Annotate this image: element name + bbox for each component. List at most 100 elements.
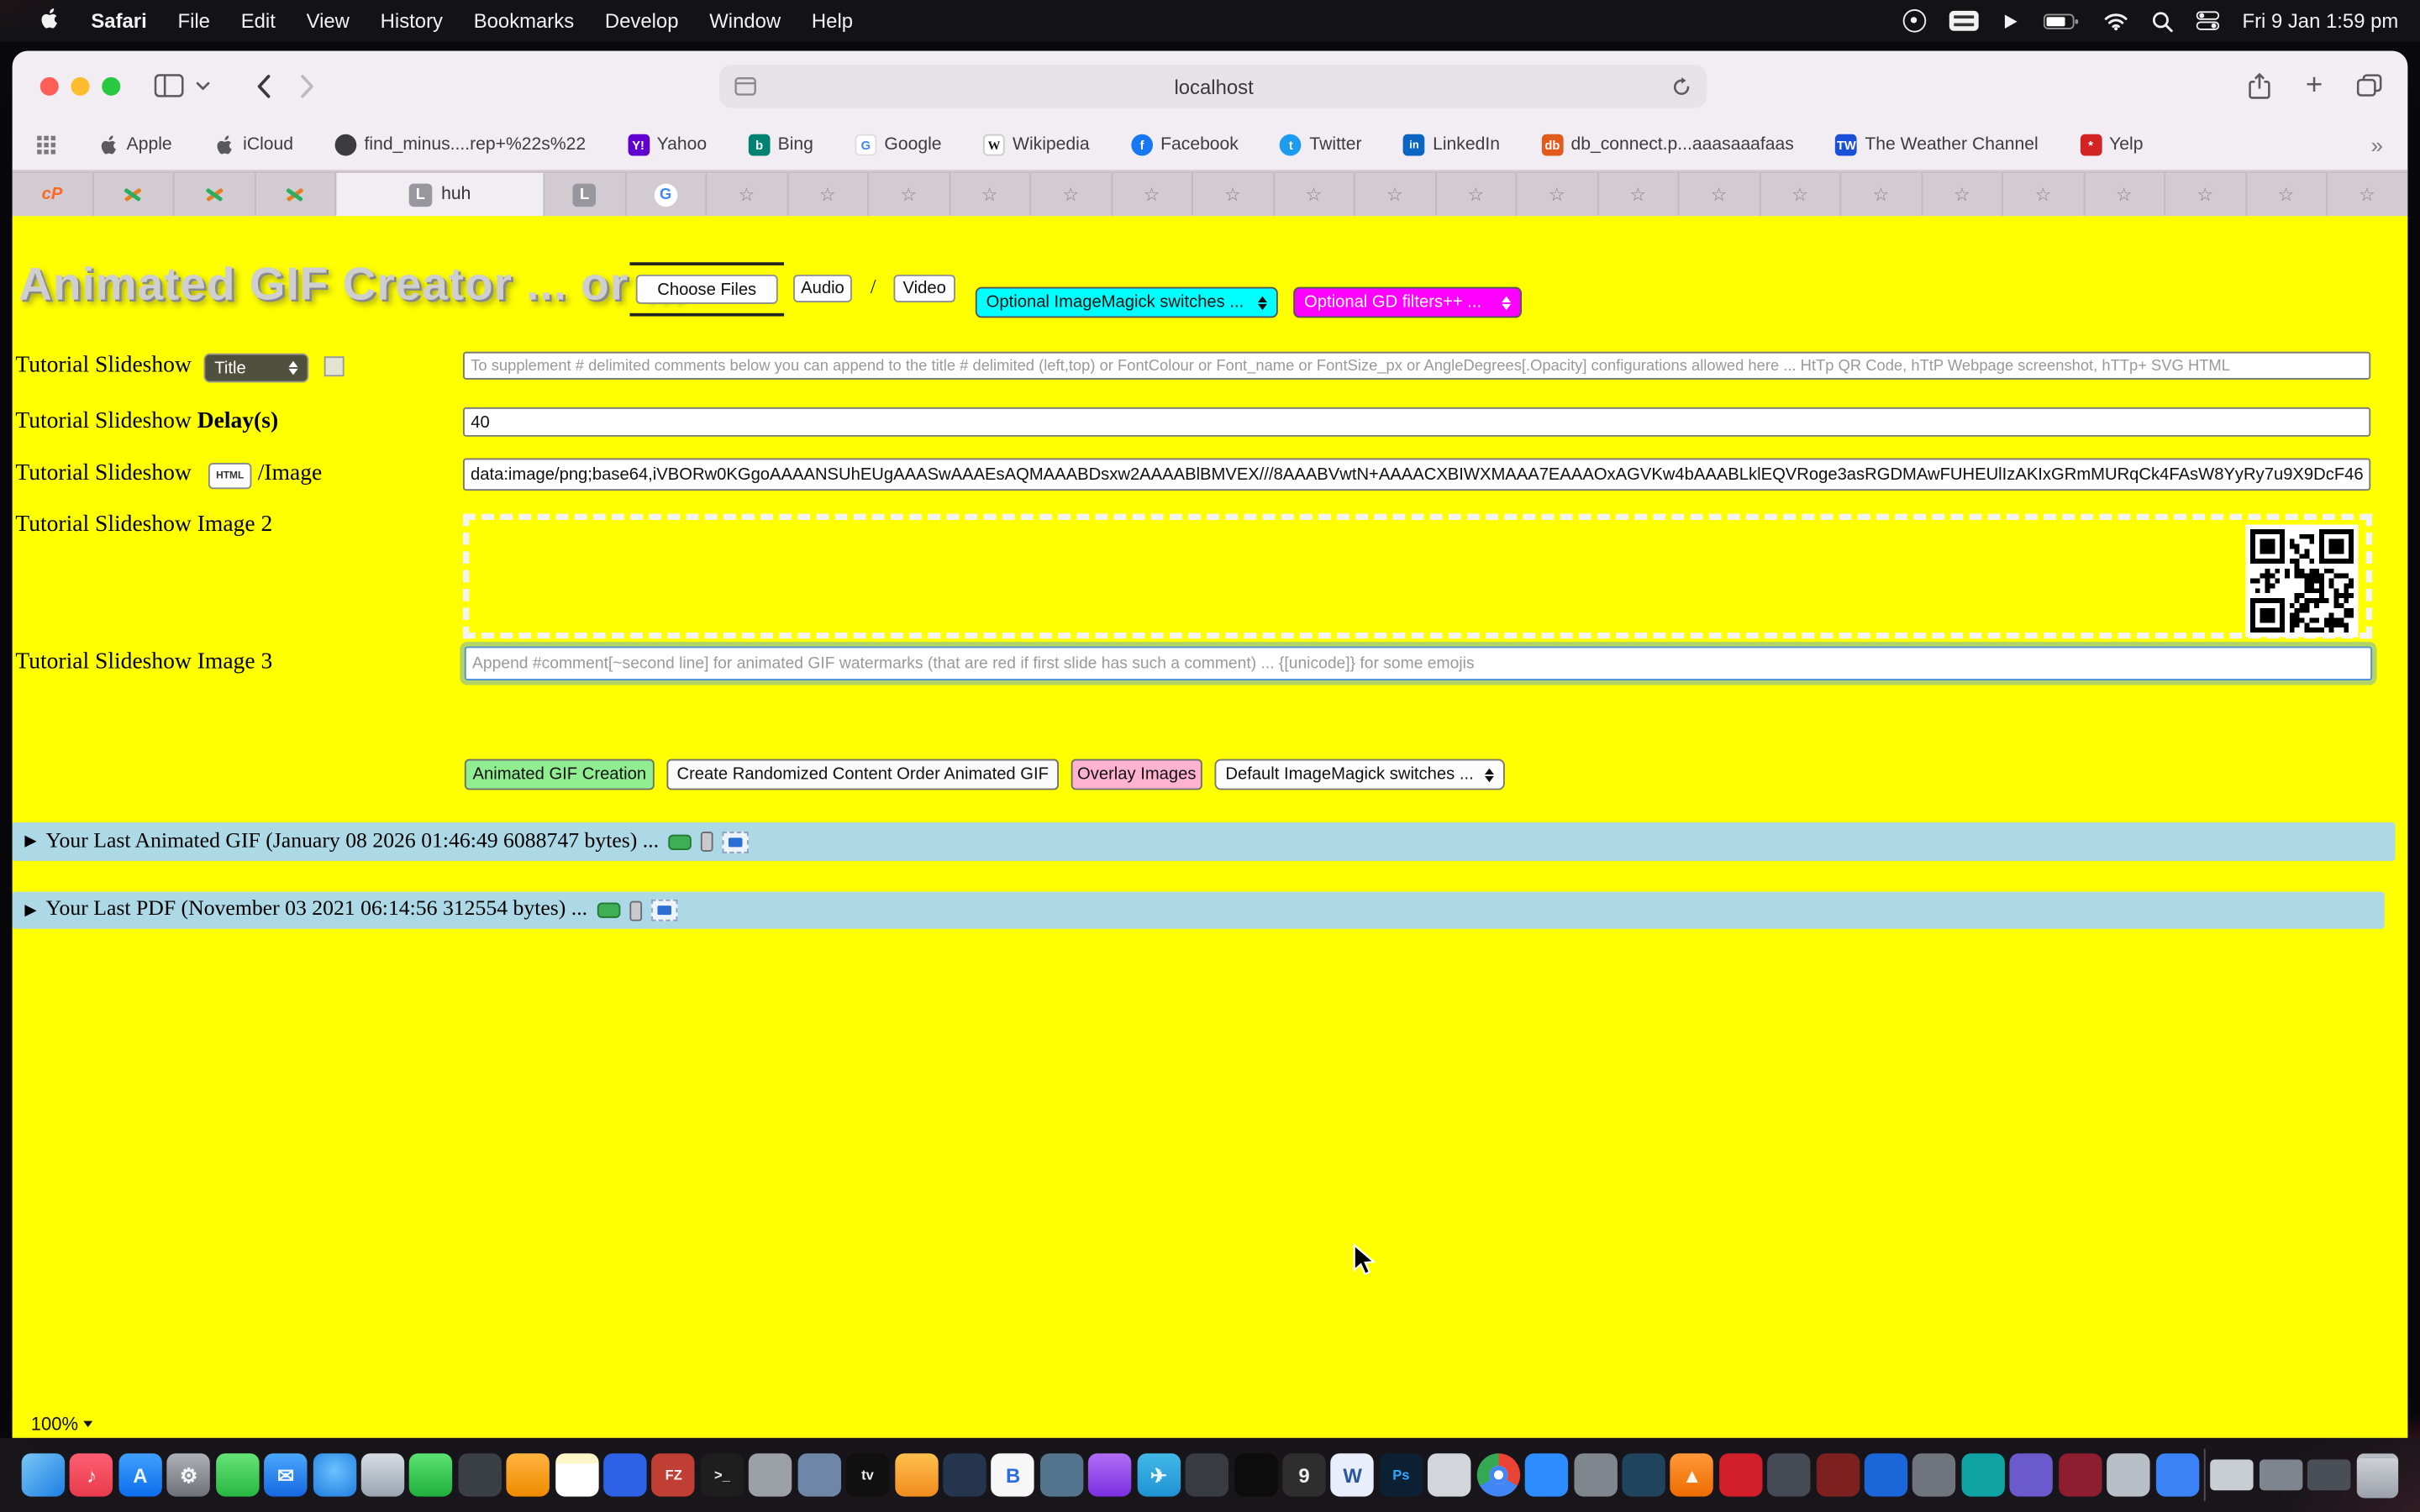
default-imagemagick-select[interactable]: Default ImageMagick switches ... bbox=[1215, 759, 1505, 790]
spotlight-icon[interactable] bbox=[2151, 10, 2173, 32]
tab-editor-2[interactable] bbox=[175, 173, 255, 216]
dock-icon-notes[interactable] bbox=[555, 1453, 598, 1496]
tab-google[interactable]: G bbox=[626, 173, 707, 216]
dock-icon-app-blue2[interactable] bbox=[1865, 1453, 1907, 1496]
tab-favorite-13[interactable]: ☆ bbox=[1679, 173, 1760, 216]
dock-icon-app-slate2[interactable] bbox=[1767, 1453, 1810, 1496]
swatch-box[interactable] bbox=[324, 356, 345, 376]
forward-button[interactable] bbox=[299, 73, 314, 97]
image2-dropzone[interactable] bbox=[463, 514, 2372, 639]
tab-active-huh[interactable]: L huh bbox=[336, 173, 544, 216]
sidebar-toggle-button[interactable] bbox=[155, 74, 184, 97]
favorite-yahoo[interactable]: Y! Yahoo bbox=[628, 134, 707, 156]
stamp-icon[interactable] bbox=[722, 831, 748, 853]
tab-favorite-20[interactable]: ☆ bbox=[2246, 173, 2327, 216]
favorite-facebook[interactable]: f Facebook bbox=[1131, 134, 1239, 156]
minimize-window-button[interactable] bbox=[71, 76, 89, 95]
audio-button[interactable]: Audio bbox=[793, 275, 852, 302]
close-window-button[interactable] bbox=[40, 76, 59, 95]
dock-icon-system-settings[interactable]: ⚙ bbox=[167, 1453, 210, 1496]
dock-icon-telegram[interactable]: ✈ bbox=[1137, 1453, 1180, 1496]
keyboard-icon[interactable] bbox=[1949, 11, 1979, 31]
tab-favorite-11[interactable]: ☆ bbox=[1518, 173, 1598, 216]
stamp-icon[interactable] bbox=[650, 900, 676, 921]
tab-favorite-5[interactable]: ☆ bbox=[1031, 173, 1112, 216]
tab-favorite-21[interactable]: ☆ bbox=[2328, 173, 2408, 216]
tab-favorite-9[interactable]: ☆ bbox=[1355, 173, 1436, 216]
tab-favorite-18[interactable]: ☆ bbox=[2085, 173, 2165, 216]
overlay-images-button[interactable]: Overlay Images bbox=[1071, 759, 1202, 790]
favorite-linkedin[interactable]: in LinkedIn bbox=[1403, 134, 1500, 156]
title-config-input[interactable] bbox=[463, 352, 2370, 380]
favorite-google[interactable]: G Google bbox=[855, 134, 942, 156]
tab-favorite-2[interactable]: ☆ bbox=[788, 173, 869, 216]
share-icon[interactable] bbox=[2247, 71, 2271, 99]
dock-icon-podcasts[interactable] bbox=[1088, 1453, 1131, 1496]
dock-icon-app-navy[interactable] bbox=[943, 1453, 986, 1496]
dock-icon-app-mid[interactable] bbox=[1574, 1453, 1617, 1496]
tab-favorite-16[interactable]: ☆ bbox=[1923, 173, 2003, 216]
minimized-window-1[interactable] bbox=[2211, 1460, 2254, 1491]
menubar-extra-icon[interactable] bbox=[1902, 9, 1926, 33]
tab-l[interactable]: L bbox=[544, 173, 625, 216]
dock-icon-facetime[interactable] bbox=[409, 1453, 452, 1496]
apple-menu[interactable] bbox=[22, 6, 76, 35]
dock-icon-messages[interactable] bbox=[216, 1453, 259, 1496]
dock-icon-bluetooth[interactable] bbox=[2155, 1453, 2198, 1496]
trash-icon[interactable] bbox=[2356, 1452, 2398, 1497]
dock-icon-app-teal[interactable] bbox=[1961, 1453, 2004, 1496]
tab-favorite-6[interactable]: ☆ bbox=[1112, 173, 1192, 216]
tab-favorite-4[interactable]: ☆ bbox=[950, 173, 1031, 216]
dock-icon-numbers-badge[interactable]: 9 bbox=[1282, 1453, 1325, 1496]
dock-icon-terminal[interactable]: >_ bbox=[701, 1453, 744, 1496]
randomized-gif-button[interactable]: Create Randomized Content Order Animated… bbox=[666, 759, 1059, 790]
dock-icon-photoshop[interactable]: Ps bbox=[1380, 1453, 1423, 1496]
tab-favorite-7[interactable]: ☆ bbox=[1193, 173, 1274, 216]
tab-cpanel[interactable]: cP bbox=[13, 173, 93, 216]
dock-icon-app-graphite[interactable] bbox=[1186, 1453, 1228, 1496]
dock-icon-chrome[interactable] bbox=[1476, 1453, 1519, 1496]
tab-editor-1[interactable] bbox=[93, 173, 174, 216]
favorite-yelp[interactable]: * Yelp bbox=[2080, 134, 2143, 156]
dock-icon-app-maroon[interactable] bbox=[1816, 1453, 1859, 1496]
gif-preview-icon[interactable] bbox=[668, 834, 692, 849]
zoom-window-button[interactable] bbox=[102, 76, 120, 95]
menu-help[interactable]: Help bbox=[797, 9, 869, 33]
dock-icon-app-crimson[interactable] bbox=[2059, 1453, 2102, 1496]
delay-input[interactable] bbox=[463, 407, 2370, 437]
dock-icon-books[interactable] bbox=[507, 1453, 550, 1496]
menu-app-name[interactable]: Safari bbox=[76, 9, 162, 33]
battery-icon[interactable] bbox=[2044, 12, 2081, 30]
gd-filters-select[interactable]: Optional GD filters++ ... bbox=[1293, 287, 1522, 318]
mobile-icon[interactable] bbox=[629, 900, 642, 921]
reload-icon[interactable] bbox=[1671, 76, 1691, 97]
new-tab-button[interactable]: + bbox=[2306, 71, 2323, 100]
now-playing-icon[interactable] bbox=[2002, 12, 2020, 30]
tab-editor-3[interactable] bbox=[255, 173, 336, 216]
menubar-clock[interactable]: Fri 9 Jan 1:59 pm bbox=[2242, 9, 2398, 33]
sidebar-chevron-icon[interactable] bbox=[196, 81, 210, 90]
favorite-wikipedia[interactable]: W Wikipedia bbox=[983, 134, 1089, 156]
gif-preview-icon[interactable] bbox=[597, 902, 620, 917]
image-data-uri-input[interactable] bbox=[463, 459, 2370, 491]
dock-icon-app-slate[interactable] bbox=[1040, 1453, 1083, 1496]
menu-bookmarks[interactable]: Bookmarks bbox=[458, 9, 589, 33]
favorite-weather-channel[interactable]: TW The Weather Channel bbox=[1835, 134, 2038, 156]
back-button[interactable] bbox=[256, 73, 271, 97]
favorite-find-minus[interactable]: find_minus....rep+%22s%22 bbox=[335, 134, 586, 156]
html-chip[interactable]: HTML bbox=[208, 463, 251, 489]
minimized-window-2[interactable] bbox=[2260, 1460, 2302, 1491]
menu-window[interactable]: Window bbox=[694, 9, 797, 33]
mobile-icon[interactable] bbox=[701, 832, 713, 852]
dock-icon-app-store[interactable]: A bbox=[118, 1453, 161, 1496]
menu-file[interactable]: File bbox=[162, 9, 225, 33]
title-select[interactable]: Title bbox=[203, 354, 308, 383]
tab-favorite-1[interactable]: ☆ bbox=[707, 173, 787, 216]
choose-files-button[interactable]: Choose Files bbox=[636, 275, 778, 304]
menu-develop[interactable]: Develop bbox=[590, 9, 694, 33]
dock-icon-app-orange[interactable] bbox=[895, 1453, 938, 1496]
tab-favorite-12[interactable]: ☆ bbox=[1598, 173, 1679, 216]
menu-edit[interactable]: Edit bbox=[225, 9, 291, 33]
last-animated-gif-details[interactable]: ▶ Your Last Animated GIF (January 08 202… bbox=[13, 822, 2396, 861]
animated-gif-creation-button[interactable]: Animated GIF Creation bbox=[465, 759, 655, 790]
